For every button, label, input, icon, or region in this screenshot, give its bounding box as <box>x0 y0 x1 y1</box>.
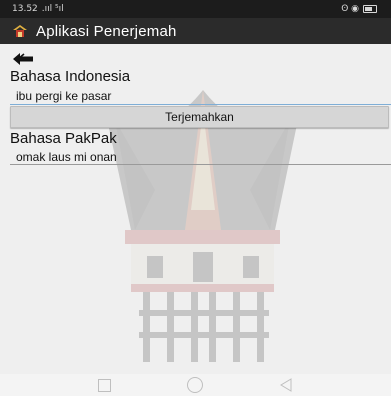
source-text-input[interactable] <box>10 87 391 105</box>
battery-icon <box>363 5 377 13</box>
home-icon[interactable] <box>187 377 203 393</box>
status-right: ʘ ◉ <box>341 4 377 14</box>
back-nav-icon[interactable] <box>279 378 293 392</box>
translate-button[interactable]: Terjemahkan <box>10 106 389 128</box>
target-language-label: Bahasa PakPak <box>10 130 117 147</box>
clock: 13.52 <box>12 4 38 14</box>
app-title: Aplikasi Penerjemah <box>36 22 177 40</box>
recent-apps-icon[interactable] <box>98 378 111 392</box>
status-icons: ʘ ◉ <box>341 4 359 14</box>
main-content: Bahasa Indonesia Terjemahkan Bahasa PakP… <box>0 44 391 374</box>
back-arrow-icon[interactable] <box>12 52 34 66</box>
signal-text: .ııl ⁵ıl <box>41 4 64 14</box>
app-bar: Aplikasi Penerjemah <box>0 18 391 44</box>
phone-screen: 13.52 .ııl ⁵ıl ʘ ◉ Aplikasi Penerjemah B… <box>0 0 391 396</box>
navigation-bar <box>0 374 391 396</box>
rumah-adat-icon <box>13 25 27 37</box>
output-underline <box>10 164 391 165</box>
status-left: 13.52 .ııl ⁵ıl <box>12 4 64 14</box>
translated-text: omak laus mi onan <box>16 150 117 164</box>
status-bar: 13.52 .ııl ⁵ıl ʘ ◉ <box>0 0 391 18</box>
source-language-label: Bahasa Indonesia <box>10 68 131 85</box>
